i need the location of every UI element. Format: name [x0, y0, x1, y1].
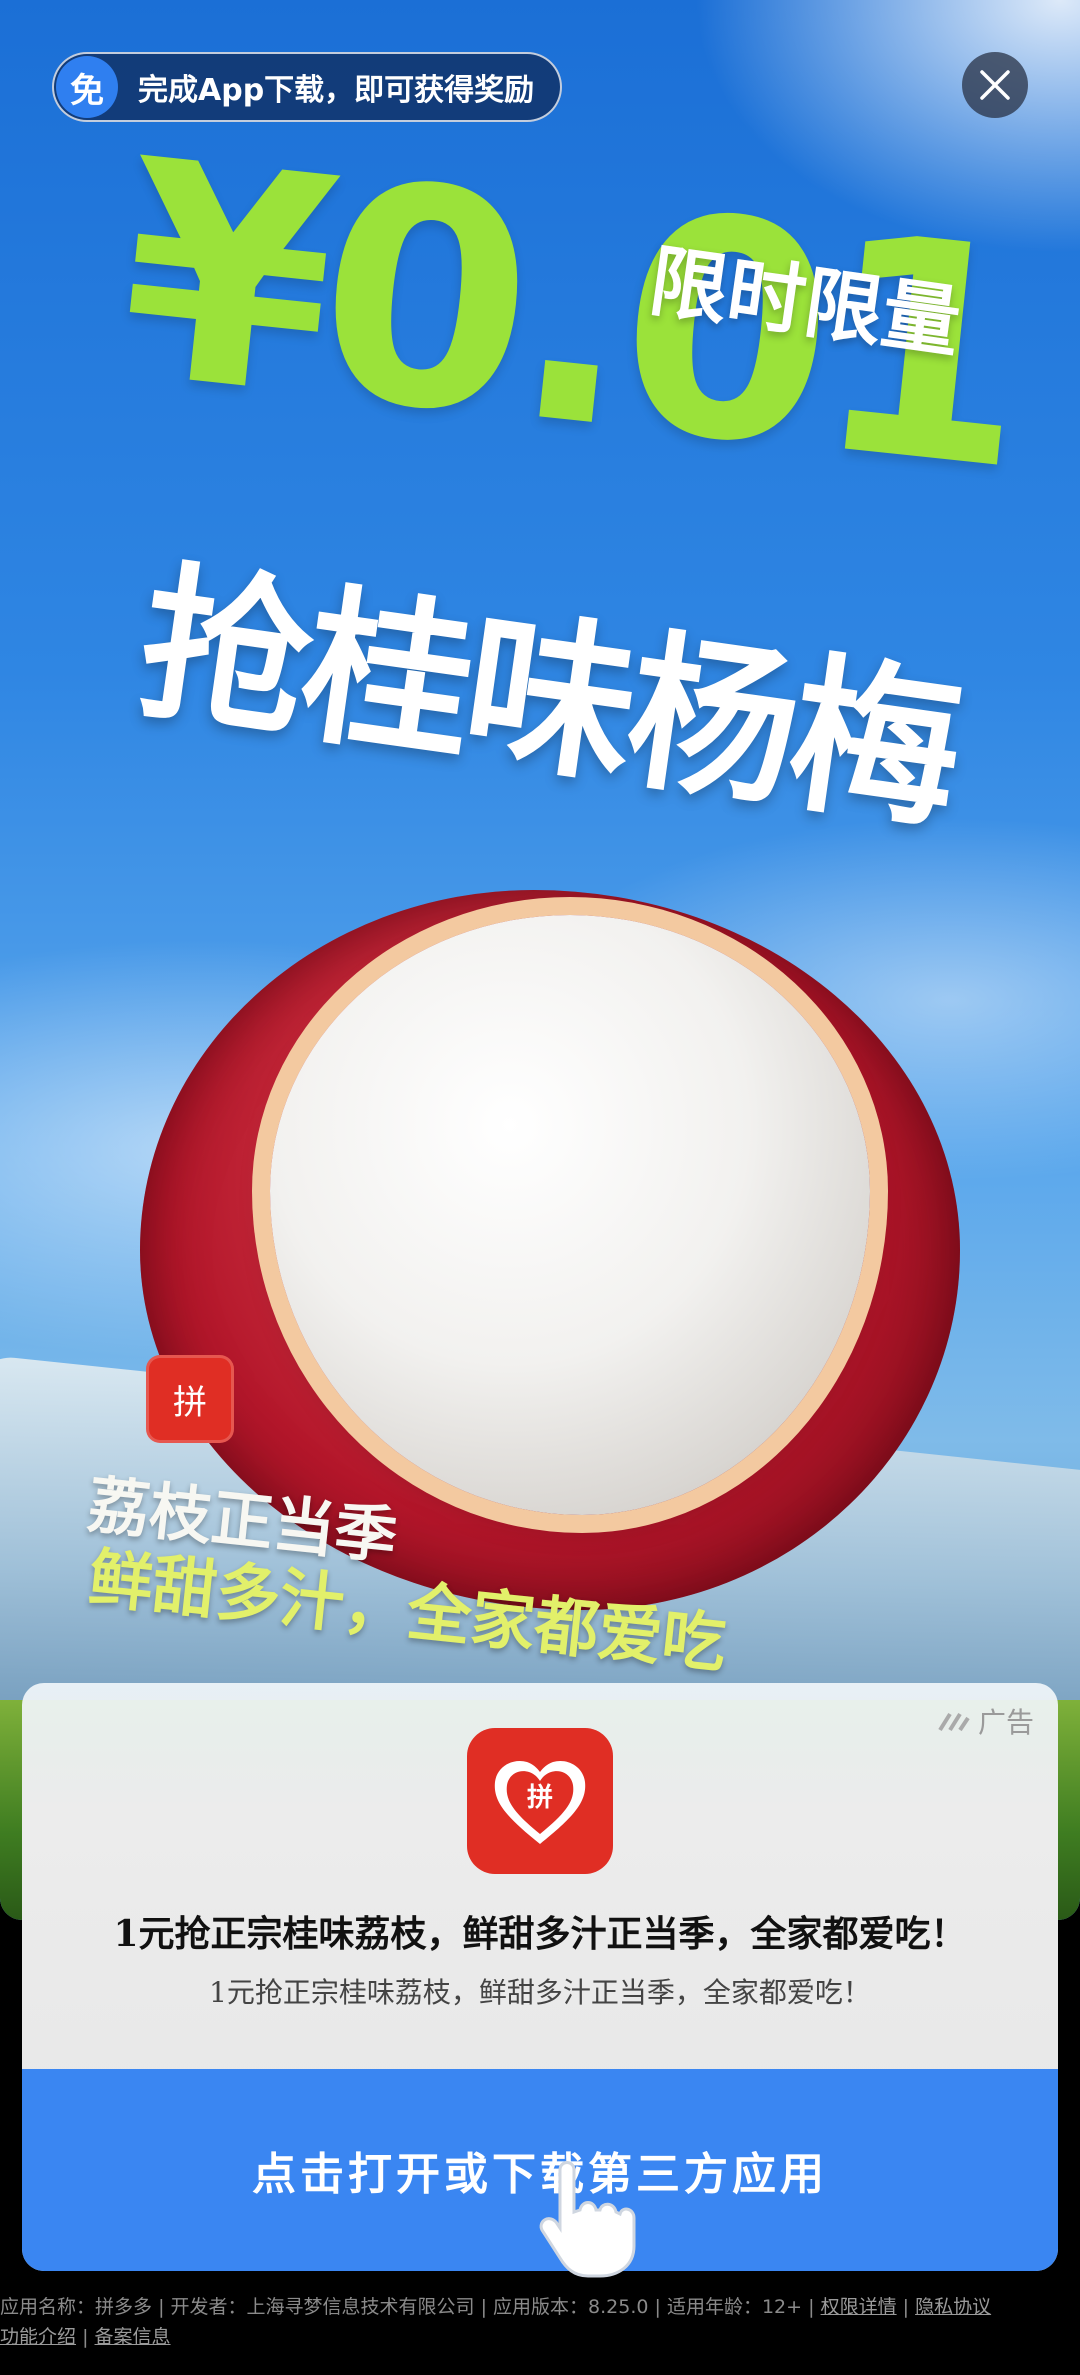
footer-separator: |: [158, 2296, 165, 2318]
ad-subtitle: 1元抢正宗桂味荔枝，鲜甜多汁正当季，全家都爱吃！: [209, 1976, 871, 2009]
tap-hand-icon: [539, 2161, 636, 2278]
footer-app-name: 应用名称：拼多多: [0, 2296, 153, 2318]
pinduoduo-logo: 拼: [146, 1355, 234, 1443]
ad-title: 1元抢正宗桂味荔枝，鲜甜多汁正当季，全家都爱吃！: [113, 1913, 967, 1955]
filing-link[interactable]: 备案信息: [95, 2326, 171, 2348]
footer-separator: |: [808, 2296, 815, 2318]
logo-char: 拼: [173, 1382, 207, 1423]
features-link[interactable]: 功能介绍: [0, 2326, 76, 2348]
footer-separator: |: [902, 2296, 910, 2318]
footer-separator: |: [654, 2296, 661, 2318]
footer-line-1: 应用名称：拼多多 | 开发者：上海寻梦信息技术有限公司 | 应用版本：8.25.…: [0, 2292, 1080, 2322]
ad-label: 广告: [938, 1701, 1034, 1741]
footer-separator: |: [480, 2296, 487, 2318]
reward-banner-text: 完成App下载，即可获得奖励: [138, 73, 535, 108]
reward-banner: 免 完成App下载，即可获得奖励: [52, 52, 562, 122]
close-icon: [980, 70, 1010, 100]
free-badge: 免: [56, 56, 118, 118]
footer-age: 适用年龄：12+: [666, 2296, 803, 2318]
footer-developer: 开发者：上海寻梦信息技术有限公司: [170, 2296, 475, 2318]
ad-hero-image[interactable]: ¥0.01 限时限量 抢桂味杨梅 拼 荔枝正当季 鲜甜多汁，全家都爱吃: [0, 0, 1080, 1920]
ad-label-text: 广告: [977, 1706, 1034, 1739]
app-disclosure-footer: 应用名称：拼多多 | 开发者：上海寻梦信息技术有限公司 | 应用版本：8.25.…: [0, 2292, 1080, 2352]
app-icon[interactable]: 拼: [467, 1728, 613, 1874]
footer-line-2: 功能介绍 | 备案信息: [0, 2322, 1080, 2352]
close-button[interactable]: [962, 52, 1028, 118]
permissions-link[interactable]: 权限详情: [821, 2296, 897, 2318]
pinduoduo-app-icon: 拼: [494, 1760, 586, 1844]
footer-version: 应用版本：8.25.0: [493, 2296, 649, 2318]
privacy-link[interactable]: 隐私协议: [915, 2296, 991, 2318]
app-icon-char: 拼: [527, 1783, 553, 1813]
ad-network-icon: [938, 1712, 970, 1732]
footer-separator: |: [82, 2326, 89, 2348]
